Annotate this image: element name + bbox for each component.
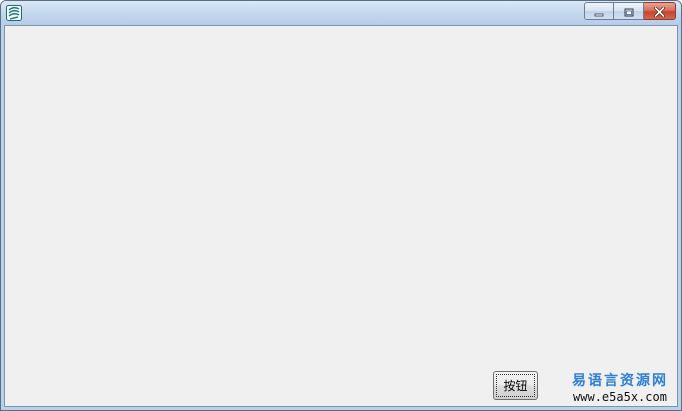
watermark-url: www.e5a5x.com xyxy=(573,390,667,404)
client-area xyxy=(4,25,678,407)
app-window: 按钮 易语言资源网 www.e5a5x.com xyxy=(0,0,682,411)
close-icon xyxy=(654,2,665,21)
maximize-icon xyxy=(624,2,634,21)
minimize-button[interactable] xyxy=(584,2,614,20)
button-label: 按钮 xyxy=(496,374,535,397)
push-button[interactable]: 按钮 xyxy=(493,371,538,400)
caption-buttons xyxy=(584,2,676,21)
app-logo-icon xyxy=(6,5,22,21)
minimize-icon xyxy=(594,2,604,21)
watermark: 易语言资源网 www.e5a5x.com xyxy=(561,374,679,403)
watermark-site-name: 易语言资源网 xyxy=(572,373,668,389)
maximize-button[interactable] xyxy=(614,2,644,20)
title-bar[interactable] xyxy=(1,1,681,25)
close-button[interactable] xyxy=(644,2,676,20)
